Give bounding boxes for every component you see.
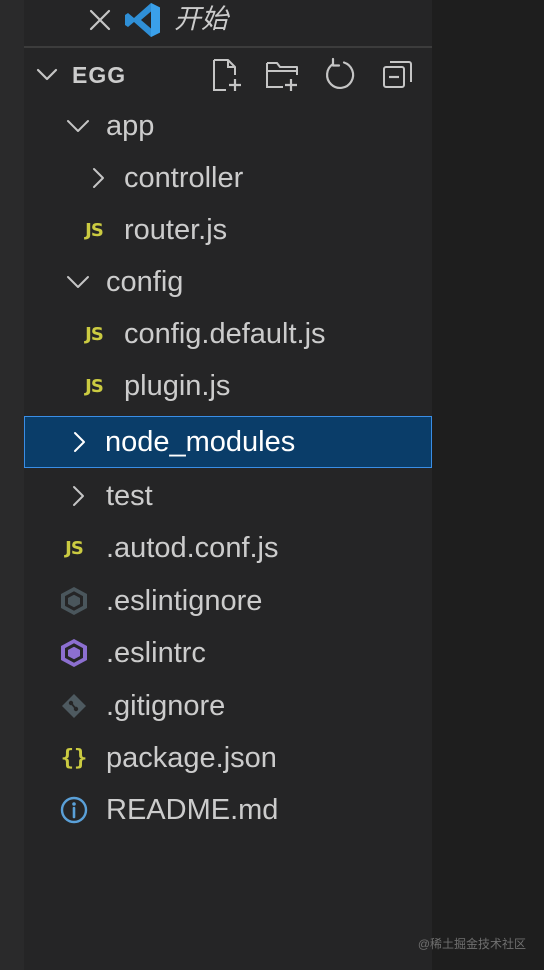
chevron-right-icon[interactable] [90, 167, 106, 189]
tree-item-controller[interactable]: controller [24, 152, 432, 204]
tree-item-label: .autod.conf.js [106, 532, 279, 564]
chevron-down-icon[interactable] [66, 115, 90, 137]
tree-item-label: package.json [106, 742, 277, 774]
section-title: EGG [72, 62, 127, 88]
refresh-icon[interactable] [322, 57, 358, 93]
chevron-down-icon[interactable] [66, 271, 90, 293]
watermark: @稀土掘金技术社区 [417, 937, 526, 951]
tree-item-label: controller [124, 162, 244, 194]
tree-item-label: .eslintignore [106, 585, 263, 617]
collapse-all-icon[interactable] [380, 57, 416, 93]
tree-item-eslintrc[interactable]: .eslintrc [24, 627, 432, 679]
tree-item-label: .gitignore [106, 690, 226, 722]
chevron-right-icon[interactable] [70, 485, 86, 507]
vscode-logo-icon [125, 3, 160, 37]
chevron-down-icon[interactable] [36, 66, 58, 84]
explorer-panel: 开始 EGG app controller JS router.js confi… [24, 0, 432, 970]
eslint-hexagon-icon [61, 639, 87, 667]
tree-item-label: .eslintrc [106, 637, 206, 669]
tree-item-app[interactable]: app [24, 100, 432, 152]
tree-item-label: config.default.js [124, 318, 326, 350]
eslint-hexagon-icon [61, 587, 87, 615]
tree-item-readme-md[interactable]: README.md [24, 784, 432, 836]
tree-item-label: README.md [106, 794, 279, 826]
git-diamond-icon [62, 694, 86, 718]
tree-item-gitignore[interactable]: .gitignore [24, 680, 432, 732]
tree-item-package-json[interactable]: {} package.json [24, 732, 432, 784]
tree-item-test[interactable]: test [24, 470, 432, 522]
js-file-icon: JS [85, 323, 104, 345]
tree-item-label: app [106, 110, 155, 142]
editor-area [432, 0, 544, 970]
new-file-icon[interactable] [208, 57, 244, 93]
info-circle-icon [60, 796, 88, 824]
editor-title: 开始 [174, 4, 228, 34]
open-editor-item[interactable]: 开始 [24, 0, 432, 46]
json-braces-icon: {} [60, 745, 88, 771]
tree-item-label: config [106, 266, 184, 298]
tree-item-label: plugin.js [124, 370, 231, 402]
new-folder-icon[interactable] [264, 57, 300, 93]
js-file-icon: JS [85, 375, 104, 397]
tree-item-node-modules[interactable]: node_modules [24, 416, 432, 468]
js-file-icon: JS [85, 219, 104, 241]
tree-item-label: router.js [124, 214, 228, 246]
tree-item-eslintignore[interactable]: .eslintignore [24, 575, 432, 627]
chevron-right-icon[interactable] [71, 431, 87, 453]
tree-item-label: node_modules [105, 426, 296, 458]
tree-item-config[interactable]: config [24, 256, 432, 308]
js-file-icon: JS [65, 537, 84, 559]
tree-item-label: test [106, 480, 153, 512]
close-icon[interactable] [88, 5, 112, 35]
tree-item-plugin-js[interactable]: JS plugin.js [24, 360, 432, 412]
tree-item-router-js[interactable]: JS router.js [24, 204, 432, 256]
tree-item-autod-conf-js[interactable]: JS .autod.conf.js [24, 522, 432, 574]
tree-item-config-default-js[interactable]: JS config.default.js [24, 308, 432, 360]
explorer-section-header[interactable]: EGG [24, 52, 432, 98]
divider [24, 46, 432, 48]
left-edge-strip [0, 0, 24, 970]
